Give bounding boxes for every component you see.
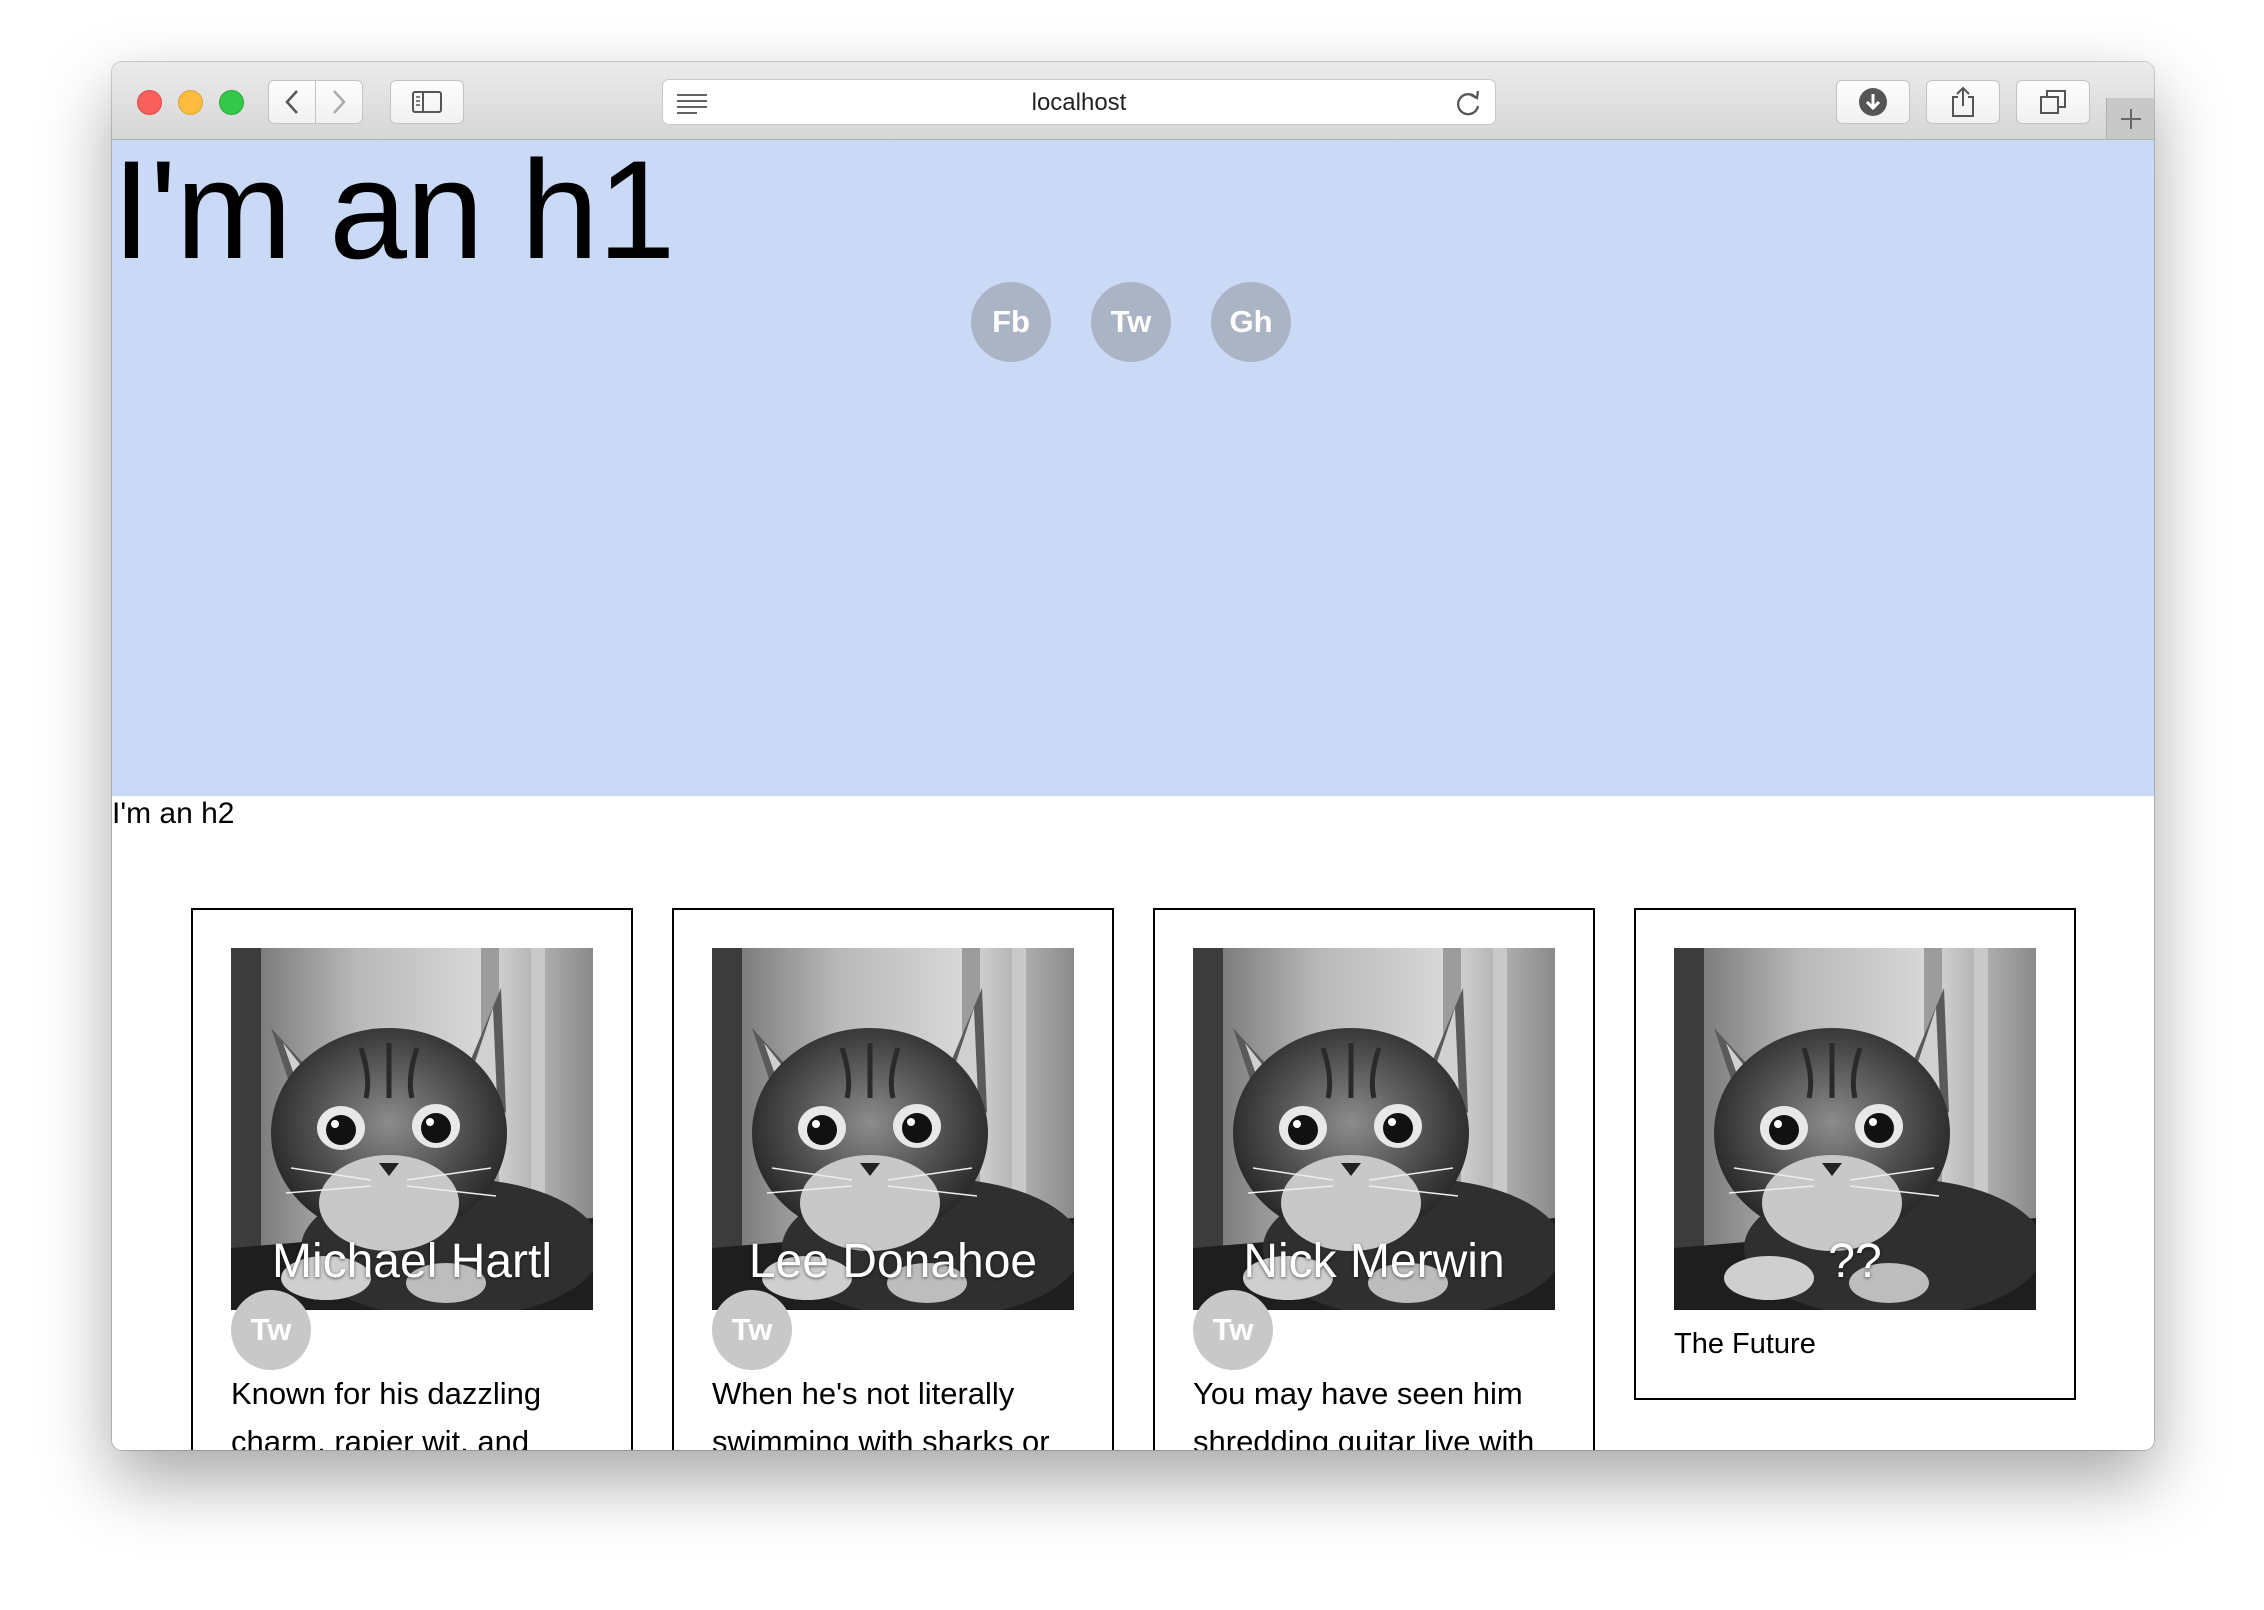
member-bio: Known for his dazzling charm, rapier wit… — [231, 1376, 542, 1450]
section-heading: I'm an h2 — [112, 797, 235, 830]
tabs-overview-button[interactable] — [2016, 80, 2090, 124]
member-name: ?? — [1828, 1235, 1882, 1288]
zoom-window-button[interactable] — [219, 90, 244, 115]
reload-icon[interactable] — [1455, 89, 1481, 122]
chevron-left-icon — [285, 90, 298, 114]
browser-toolbar: localhost — [112, 62, 2154, 140]
sidebar-toggle-button[interactable] — [390, 80, 464, 124]
kitten-photo: Michael Hartl — [231, 948, 593, 1310]
browser-window: localhost I'm an h1 Fb Tw Gh I'm an h2 M… — [112, 62, 2154, 1450]
team-card: ?? The Future — [1634, 908, 2076, 1400]
member-name: Lee Donahoe — [748, 1235, 1038, 1288]
social-links: Fb Tw Gh — [971, 282, 1291, 362]
new-tab-button[interactable] — [2106, 98, 2154, 139]
member-name: Nick Merwin — [1243, 1235, 1505, 1288]
team-card: Nick Merwin Tw You may have seen him shr… — [1153, 908, 1595, 1450]
share-button[interactable] — [1926, 80, 2000, 124]
github-link[interactable]: Gh — [1211, 282, 1291, 362]
url-text: localhost — [1031, 89, 1127, 116]
address-bar[interactable]: localhost — [662, 79, 1496, 125]
downloads-button[interactable] — [1836, 80, 1910, 124]
twitter-link[interactable]: Tw — [1193, 1290, 1273, 1370]
close-window-button[interactable] — [137, 90, 162, 115]
team-card: Michael Hartl Tw Known for his dazzling … — [191, 908, 633, 1450]
team-card: Lee Donahoe Tw When he's not literally s… — [672, 908, 1114, 1450]
member-bio: When he's not literally swimming with sh… — [712, 1376, 1050, 1450]
tabs-icon — [2040, 90, 2066, 114]
member-name: Michael Hartl — [271, 1235, 553, 1288]
sidebar-icon — [412, 91, 442, 113]
download-icon — [1859, 88, 1887, 116]
twitter-link[interactable]: Tw — [1091, 282, 1171, 362]
page-content: I'm an h1 Fb Tw Gh I'm an h2 Michael Har… — [112, 140, 2154, 1450]
forward-button[interactable] — [315, 80, 363, 124]
kitten-photo: Nick Merwin — [1193, 948, 1555, 1310]
kitten-photo: Lee Donahoe — [712, 948, 1074, 1310]
back-button[interactable] — [268, 80, 316, 124]
share-icon — [1952, 86, 1974, 117]
member-bio: You may have seen him shredding guitar l… — [1193, 1376, 1535, 1450]
kitten-photo: ?? — [1674, 948, 2036, 1310]
plus-icon — [2120, 108, 2141, 129]
hero-section: I'm an h1 Fb Tw Gh — [112, 140, 2154, 796]
twitter-link[interactable]: Tw — [712, 1290, 792, 1370]
member-caption: The Future — [1674, 1328, 1816, 1360]
facebook-link[interactable]: Fb — [971, 282, 1051, 362]
page-heading: I'm an h1 — [112, 140, 675, 288]
minimize-window-button[interactable] — [178, 90, 203, 115]
chevron-right-icon — [333, 90, 346, 114]
twitter-link[interactable]: Tw — [231, 1290, 311, 1370]
